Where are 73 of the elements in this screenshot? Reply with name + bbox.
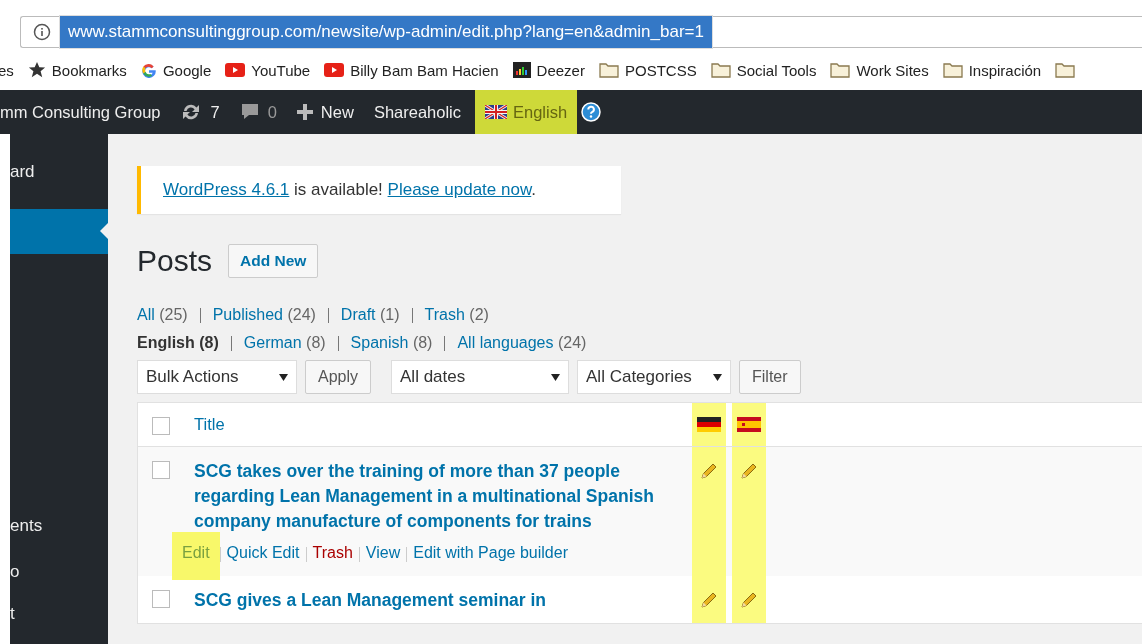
caret-icon bbox=[279, 373, 288, 381]
bookmark-item[interactable]: Bookmarks bbox=[27, 61, 127, 79]
bookmark-item[interactable]: POSTCSS bbox=[598, 61, 697, 79]
bookmark-item[interactable] bbox=[1055, 62, 1076, 78]
folder-icon bbox=[1055, 62, 1076, 78]
dropdown[interactable]: All Categories bbox=[577, 360, 732, 394]
pencil-icon[interactable] bbox=[699, 590, 719, 610]
row-action-link[interactable]: View bbox=[365, 540, 401, 566]
toolbar-button[interactable]: Filter bbox=[739, 360, 801, 394]
pencil-icon[interactable] bbox=[739, 590, 759, 610]
language-filter-link[interactable]: Spanish (8) bbox=[350, 334, 433, 352]
language-switcher[interactable]: English bbox=[475, 90, 578, 134]
info-icon[interactable] bbox=[33, 23, 51, 41]
notice-link[interactable]: Please update now bbox=[387, 180, 532, 199]
language-filter-link[interactable]: German (8) bbox=[243, 334, 326, 352]
title-column-header[interactable]: Title bbox=[194, 415, 225, 433]
bookmark-item[interactable]: Google bbox=[140, 61, 212, 79]
post-title-link[interactable]: SCG takes over the training of more than 37 people regarding Lean Management in a multinational Spanish company manufacture of components for trains bbox=[194, 459, 664, 534]
star-icon bbox=[27, 61, 46, 79]
help-icon[interactable] bbox=[581, 102, 602, 122]
address-bar[interactable]: www.stammconsultinggroup.com/newsite/wp-admin/edit.php?lang=en&admin_bar=1 bbox=[20, 16, 1142, 48]
play-icon bbox=[324, 63, 345, 77]
status-filter-link[interactable]: Trash (2) bbox=[424, 306, 489, 324]
flag-icon bbox=[697, 417, 721, 432]
add-new-button[interactable]: Add New bbox=[228, 244, 319, 278]
play-icon bbox=[225, 63, 246, 77]
select-all-checkbox[interactable] bbox=[152, 417, 170, 435]
caret-icon bbox=[551, 373, 561, 381]
bookmark-item[interactable]: Social Tools bbox=[710, 61, 817, 79]
page-title: Posts bbox=[137, 244, 213, 278]
equalizer-icon bbox=[512, 62, 531, 78]
url-text: www.stammconsultinggroup.com/newsite/wp-admin/edit.php?lang=en&admin_bar=1 bbox=[59, 15, 713, 49]
bookmark-item[interactable]: Deezer bbox=[512, 61, 585, 79]
status-filter-link[interactable]: Draft (1) bbox=[340, 306, 400, 324]
plugin-link[interactable]: Shareaholic bbox=[363, 90, 471, 134]
updates-link[interactable]: 7 bbox=[170, 90, 230, 134]
pencil-icon[interactable] bbox=[739, 461, 759, 481]
bookmark-item[interactable]: YouTube bbox=[225, 61, 311, 79]
folder-icon bbox=[710, 62, 731, 78]
google-icon bbox=[140, 62, 157, 78]
language-filter-link[interactable]: English (8) bbox=[137, 334, 219, 352]
language-filter-link[interactable]: All languages (24) bbox=[457, 334, 587, 352]
flag-icon bbox=[737, 417, 761, 432]
notice-link[interactable]: WordPress 4.6.1 bbox=[163, 180, 290, 199]
site-name-link[interactable]: mm Consulting Group bbox=[0, 90, 171, 134]
row-action-link[interactable]: Quick Edit bbox=[226, 540, 300, 566]
folder-icon bbox=[942, 62, 963, 78]
new-link[interactable]: New bbox=[286, 90, 364, 134]
bookmark-item[interactable]: Inspiración bbox=[942, 61, 1042, 79]
sidebar-item[interactable]: ard bbox=[10, 134, 108, 209]
dropdown[interactable]: Bulk Actions bbox=[137, 360, 297, 394]
sidebar-item[interactable]: t bbox=[10, 604, 108, 624]
notice-text: WordPress 4.6.1 is available! Please update now. bbox=[163, 180, 537, 200]
row-checkbox[interactable] bbox=[152, 461, 170, 479]
dropdown[interactable]: All dates bbox=[391, 360, 570, 394]
flag-icon bbox=[485, 105, 507, 119]
plus-icon bbox=[296, 104, 313, 120]
comment-icon bbox=[239, 102, 260, 122]
row-action-link[interactable]: Trash bbox=[312, 540, 353, 566]
row-checkbox[interactable] bbox=[152, 590, 170, 608]
toolbar-button[interactable]: Apply bbox=[305, 360, 372, 394]
sidebar-item[interactable]: o bbox=[10, 562, 108, 582]
post-title-link[interactable]: SCG gives a Lean Management seminar in bbox=[194, 588, 664, 613]
comments-link[interactable]: 0 bbox=[229, 90, 287, 134]
folder-icon bbox=[830, 62, 851, 78]
status-filter-link[interactable]: All (25) bbox=[137, 306, 188, 324]
folder-icon bbox=[598, 62, 619, 78]
caret-icon bbox=[713, 373, 723, 381]
bookmark-item[interactable]: Billy Bam Bam Hacien bbox=[324, 61, 499, 79]
status-filter-link[interactable]: Published (24) bbox=[212, 306, 316, 324]
row-action-link[interactable]: Edit with Page builder bbox=[413, 540, 568, 566]
pencil-icon[interactable] bbox=[699, 461, 719, 481]
bookmark-item[interactable]: Work Sites bbox=[830, 61, 929, 79]
